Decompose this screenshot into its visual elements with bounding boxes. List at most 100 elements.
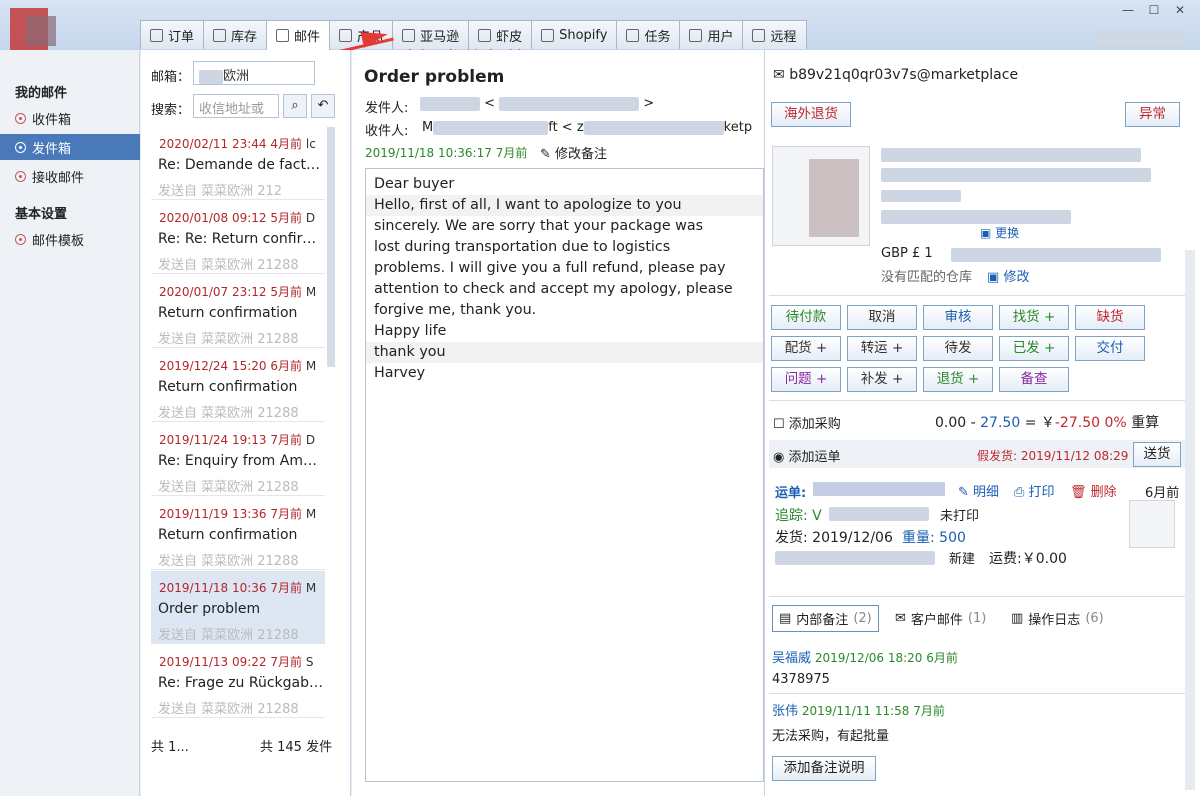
mail-list-item[interactable]: 2020/01/07 23:12 5月前 M Return confirmatio… bbox=[151, 275, 325, 348]
blurred-product-line bbox=[881, 148, 1141, 162]
waybill-label: 运单: bbox=[775, 486, 807, 501]
mail-list-item[interactable]: 2020/02/11 23:44 4月前 lc Re: Demande de fa… bbox=[151, 127, 325, 200]
mail-icon: ✉ bbox=[773, 67, 785, 83]
order-action-button[interactable]: 已发 + bbox=[999, 336, 1069, 361]
amazon-icon bbox=[402, 28, 416, 42]
list-footer-left: 共 1... bbox=[151, 740, 189, 755]
order-action-button[interactable]: 备查 bbox=[999, 367, 1069, 392]
mail-icon bbox=[276, 29, 290, 42]
tab-label: Shopify bbox=[559, 27, 608, 43]
waybill-image[interactable] bbox=[1129, 500, 1175, 548]
tab-user[interactable]: 用户 bbox=[679, 20, 744, 49]
tab-customer-mail[interactable]: ✉ 客户邮件 (1) bbox=[895, 605, 986, 632]
mail-list-item[interactable]: 2019/11/13 09:22 7月前 S Re: Frage zu Rückg… bbox=[151, 645, 325, 718]
mail-list-item[interactable]: 2019/11/18 10:36 7月前 M Order problem 发送自 菜… bbox=[151, 571, 325, 644]
minimize-icon[interactable]: — bbox=[1118, 2, 1138, 18]
order-action-button[interactable]: 配货 + bbox=[771, 336, 841, 361]
mail-list-panel: 邮箱： 欧洲 搜索： 收信地址或 ⌕ ↶ 2020/02/11 23:44 4月… bbox=[141, 50, 351, 796]
template-icon bbox=[15, 233, 26, 245]
user-icon bbox=[689, 28, 703, 42]
mail-from: 发送自 菜菜欧洲 21288 bbox=[158, 406, 299, 421]
tab-internal-notes[interactable]: ▤ 内部备注 (2) bbox=[772, 605, 879, 632]
order-scrollbar[interactable] bbox=[1185, 250, 1195, 790]
mail-subject: Return confirmation bbox=[158, 527, 298, 543]
order-action-button[interactable]: 取消 bbox=[847, 305, 917, 330]
close-icon[interactable]: ✕ bbox=[1170, 2, 1190, 18]
mailbox-select[interactable]: 欧洲 bbox=[193, 61, 315, 85]
order-action-button[interactable]: 待发 bbox=[923, 336, 993, 361]
from-label: 发件人: bbox=[365, 101, 409, 116]
mail-list-item[interactable]: 2019/12/24 15:20 6月前 M Return confirmatio… bbox=[151, 349, 325, 422]
sent-icon bbox=[15, 141, 26, 153]
add-note-button[interactable]: 添加备注说明 bbox=[772, 756, 876, 781]
mail-list-item[interactable]: 2020/01/08 09:12 5月前 D Re: Re: Return con… bbox=[151, 201, 325, 274]
inbox-icon bbox=[15, 112, 26, 124]
tab-label: 邮件 bbox=[294, 30, 321, 45]
tab-monitor[interactable]: 远程 bbox=[742, 20, 807, 49]
order-action-button[interactable]: 交付 bbox=[1075, 336, 1145, 361]
sidebar-item-sent[interactable]: 发件箱 bbox=[0, 134, 140, 160]
note-text: 无法采购，有起批量 bbox=[772, 729, 890, 744]
order-action-button[interactable]: 问题 + bbox=[771, 367, 841, 392]
list-scrollbar[interactable] bbox=[327, 127, 335, 367]
mail-subject: Return confirmation bbox=[158, 379, 298, 395]
search-input[interactable]: 收信地址或 bbox=[193, 94, 279, 118]
print-button[interactable]: ⎙ 打印 bbox=[1014, 481, 1055, 500]
fake-ship-date: 假发货: 2019/11/12 08:29 bbox=[977, 449, 1129, 463]
mail-list-item[interactable]: 2019/11/19 13:36 7月前 M Return confirmatio… bbox=[151, 497, 325, 570]
tab-document[interactable]: 订单 bbox=[140, 20, 205, 49]
tab-shopify[interactable]: Shopify bbox=[531, 20, 618, 49]
abnormal-button[interactable]: 异常 bbox=[1125, 102, 1180, 127]
ship-button[interactable]: 送货 bbox=[1133, 442, 1181, 467]
order-action-button[interactable]: 退货 + bbox=[923, 367, 993, 392]
mail-subject: Re: Frage zu Rückgabe... bbox=[158, 675, 323, 691]
tab-label: 亚马逊 bbox=[420, 29, 460, 45]
blurred-account bbox=[1096, 30, 1186, 46]
delete-button[interactable]: 🗑 删除 bbox=[1070, 481, 1117, 500]
blurred-product-line2 bbox=[881, 168, 1151, 182]
order-action-button[interactable]: 审核 bbox=[923, 305, 993, 330]
tab-mail[interactable]: 邮件 bbox=[266, 20, 331, 50]
sidebar-section-my-mail: 我的邮件 bbox=[15, 86, 68, 101]
mail-from: 发送自 菜菜欧洲 21288 bbox=[158, 628, 299, 643]
tab-operation-log[interactable]: ▥ 操作日志 (6) bbox=[1011, 605, 1104, 632]
tab-label: 任务 bbox=[644, 29, 671, 45]
print-status: 未打印 bbox=[940, 509, 980, 524]
search-icon[interactable]: ⌕ bbox=[283, 94, 307, 118]
order-action-button[interactable]: 转运 + bbox=[847, 336, 917, 361]
product-image[interactable] bbox=[772, 146, 870, 246]
edit-icon: ✎ bbox=[958, 485, 969, 500]
mail-subject: Re: Re: Return confirm... bbox=[158, 231, 323, 247]
cost-summary: 0.00 - 27.50 = ￥-27.50 0% 重算 bbox=[935, 415, 1160, 431]
mail-body-line: forgive me, thank you. bbox=[374, 302, 537, 318]
app-logo-overlay bbox=[26, 16, 56, 46]
overseas-return-button[interactable]: 海外退货 bbox=[771, 102, 851, 127]
mail-subject: Order problem bbox=[158, 601, 261, 617]
modify-warehouse-button[interactable]: ▣ 修改 bbox=[987, 266, 1029, 285]
waybill-ago: 6月前 bbox=[1145, 486, 1180, 501]
replace-icon: ▣ bbox=[980, 226, 992, 240]
tab-box[interactable]: 库存 bbox=[203, 20, 268, 49]
mail-body-line: lost during transportation due to logist… bbox=[374, 239, 671, 255]
edit-note-button[interactable]: ✎ 修改备注 bbox=[540, 143, 607, 162]
sidebar-item-templates[interactable]: 邮件模板 bbox=[0, 226, 140, 252]
mail-subject: Re: Demande de factu... bbox=[158, 157, 323, 173]
search-label: 搜索： bbox=[151, 103, 191, 118]
maximize-icon[interactable]: ☐ bbox=[1144, 2, 1164, 18]
replace-button[interactable]: ▣ 更换 bbox=[980, 224, 1019, 241]
order-action-button[interactable]: 缺货 bbox=[1075, 305, 1145, 330]
tab-task[interactable]: 任务 bbox=[616, 20, 681, 49]
tracking-label: 追踪: V bbox=[775, 508, 822, 524]
order-action-button[interactable]: 待付款 bbox=[771, 305, 841, 330]
add-waybill-button[interactable]: ◉ 添加运单 bbox=[773, 446, 841, 465]
sidebar-item-receive[interactable]: 接收邮件 bbox=[0, 163, 140, 189]
reply-icon[interactable]: ↶ bbox=[311, 94, 335, 118]
mailbox-label: 邮箱： bbox=[151, 70, 191, 85]
mail-list-item[interactable]: 2019/11/24 19:13 7月前 D Re: Enquiry from A… bbox=[151, 423, 325, 496]
add-purchase-checkbox[interactable]: ☐ 添加采购 bbox=[773, 413, 841, 432]
freight: 运费:￥0.00 bbox=[989, 551, 1067, 567]
sidebar-item-inbox[interactable]: 收件箱 bbox=[0, 105, 140, 131]
order-action-button[interactable]: 补发 + bbox=[847, 367, 917, 392]
order-action-button[interactable]: 找货 + bbox=[999, 305, 1069, 330]
detail-button[interactable]: ✎ 明细 bbox=[958, 481, 999, 500]
